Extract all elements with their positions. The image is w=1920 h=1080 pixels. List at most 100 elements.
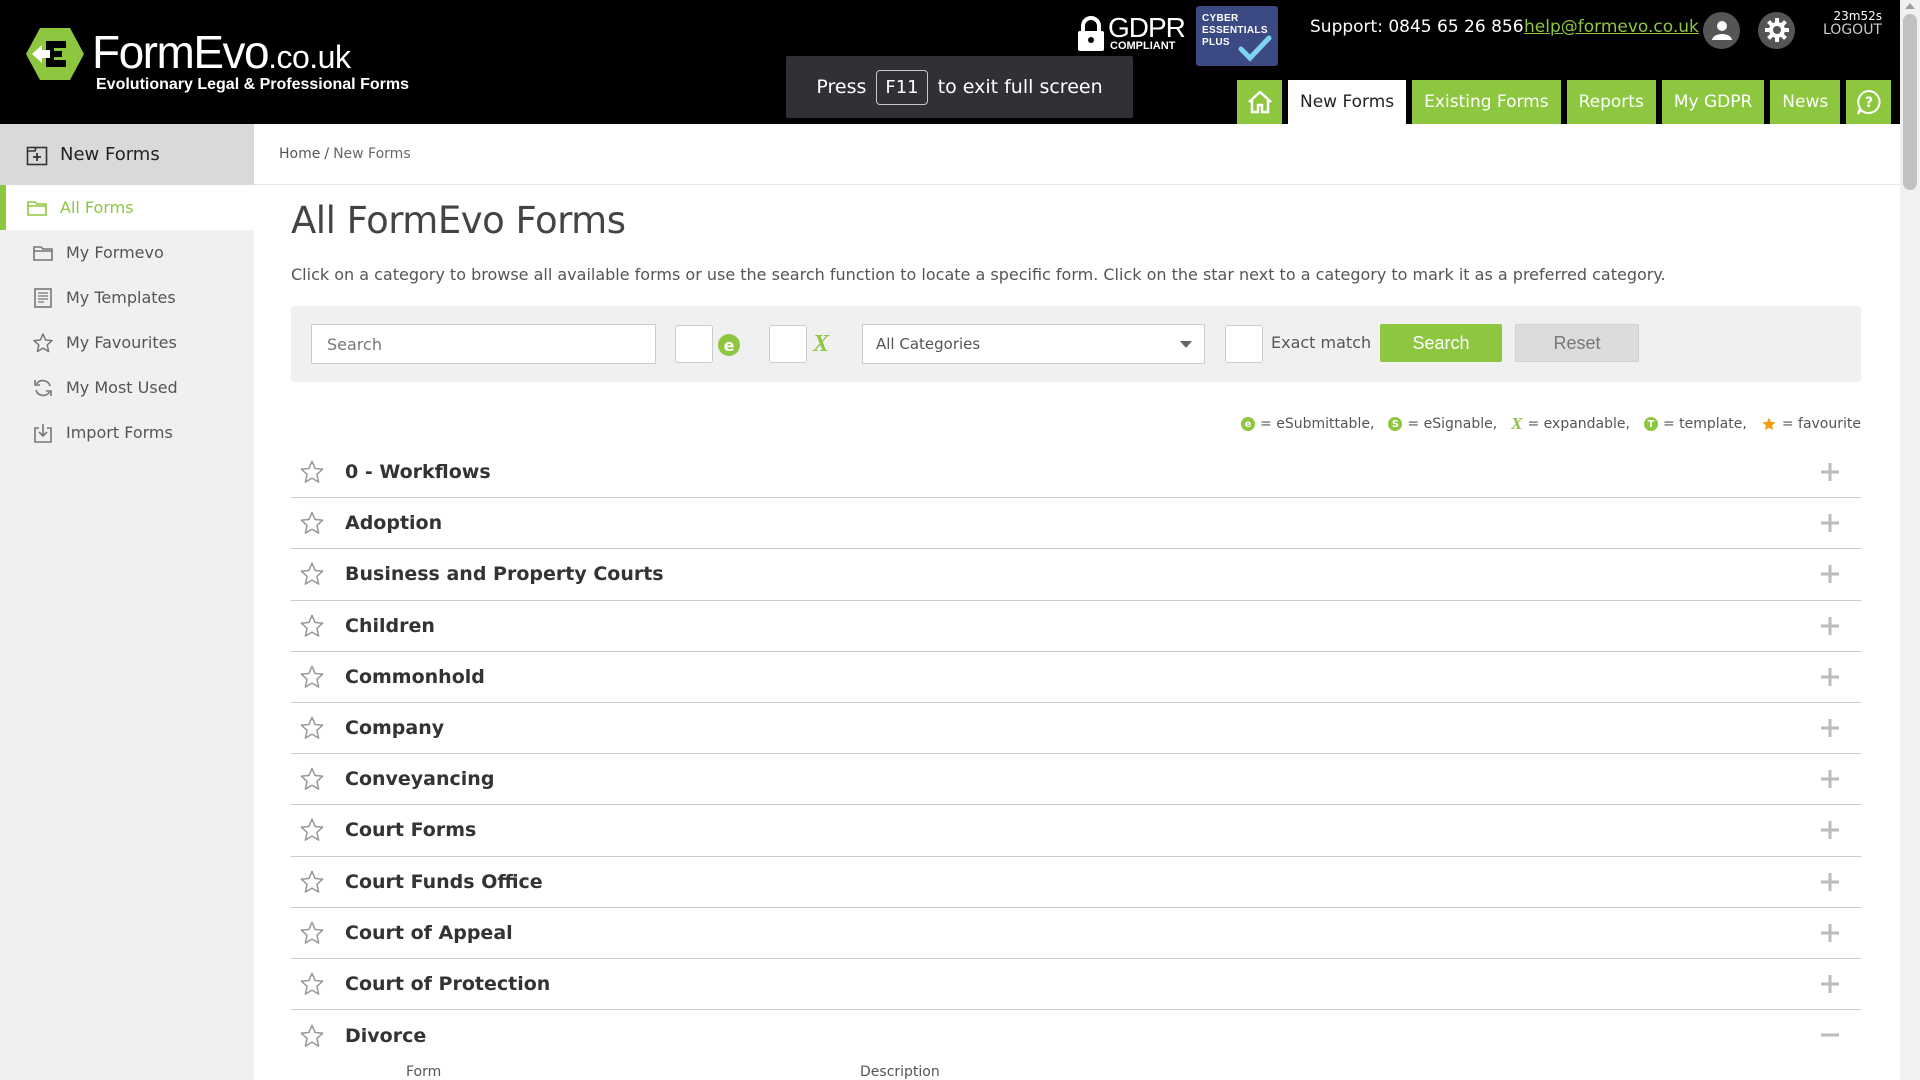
settings-button[interactable]: [1758, 11, 1795, 49]
logout-link[interactable]: LOGOUT: [1812, 22, 1882, 38]
category-name[interactable]: Adoption: [345, 512, 442, 534]
category-name[interactable]: Divorce: [345, 1025, 426, 1047]
expand-plus-icon[interactable]: [1821, 565, 1839, 584]
search-panel: e X All Categories Exact match Search Re…: [291, 306, 1861, 382]
exact-match-checkbox[interactable]: [1225, 325, 1263, 363]
favourite-star-icon[interactable]: [299, 664, 325, 690]
category-row[interactable]: Conveyancing: [291, 754, 1861, 806]
favourite-star-icon[interactable]: [299, 817, 325, 843]
page-scrollbar[interactable]: [1900, 0, 1920, 1080]
category-row[interactable]: Court of Protection: [291, 959, 1861, 1011]
category-name[interactable]: Court of Protection: [345, 973, 550, 995]
esubmittable-filter-checkbox[interactable]: [675, 325, 713, 363]
sidebar-item-my-templates[interactable]: My Templates: [0, 275, 254, 320]
expand-plus-icon[interactable]: [1821, 463, 1839, 481]
user-icon: [1711, 21, 1732, 40]
exact-match-label: Exact match: [1271, 333, 1372, 352]
favourite-star-icon[interactable]: [299, 613, 325, 639]
favourite-star-icon[interactable]: [299, 715, 325, 741]
column-header-description: Description: [860, 1064, 940, 1080]
expand-plus-icon[interactable]: [1821, 770, 1839, 789]
category-name[interactable]: Court of Appeal: [345, 922, 513, 944]
favourite-star-icon: [1762, 417, 1776, 431]
favourite-star-icon[interactable]: [299, 510, 325, 536]
expandable-filter-checkbox[interactable]: [769, 325, 807, 363]
lock-icon: [1078, 16, 1104, 51]
nav-existing-forms[interactable]: Existing Forms: [1412, 80, 1561, 124]
f11-key: F11: [876, 69, 928, 105]
favourite-star-icon[interactable]: [299, 766, 325, 792]
search-button[interactable]: Search: [1380, 324, 1502, 362]
breadcrumb-home-link[interactable]: Home: [279, 146, 320, 162]
category-row[interactable]: Court of Appeal: [291, 908, 1861, 959]
session-timer: 23m52s: [1833, 9, 1882, 23]
category-name[interactable]: Court Forms: [345, 819, 476, 841]
category-row[interactable]: Business and Property Courts: [291, 549, 1861, 601]
category-name[interactable]: Company: [345, 717, 444, 739]
nav-new-forms[interactable]: New Forms: [1288, 80, 1407, 124]
chevron-down-icon: [1180, 341, 1192, 348]
expand-plus-icon[interactable]: [1821, 872, 1839, 891]
category-row[interactable]: 0 - Workflows: [291, 447, 1861, 499]
nav-reports[interactable]: Reports: [1566, 80, 1656, 124]
expand-plus-icon[interactable]: [1821, 616, 1839, 635]
category-name[interactable]: Court Funds Office: [345, 871, 543, 893]
expandable-icon: X: [1511, 414, 1523, 433]
nav-home[interactable]: [1237, 80, 1282, 124]
category-select[interactable]: All Categories: [862, 324, 1205, 364]
cyber-essentials-badge: CYBER ESSENTIALS PLUS: [1196, 6, 1278, 66]
category-row[interactable]: Divorce: [291, 1010, 1861, 1061]
category-name[interactable]: Business and Property Courts: [345, 563, 664, 585]
scroll-up-arrow-icon[interactable]: [1905, 3, 1915, 9]
favourite-star-icon[interactable]: [299, 920, 325, 946]
scroll-thumb[interactable]: [1903, 14, 1917, 190]
sidebar-item-my-most-used[interactable]: My Most Used: [0, 365, 254, 410]
breadcrumb: Home / New Forms: [254, 124, 1900, 185]
category-row[interactable]: Company: [291, 703, 1861, 755]
category-name[interactable]: Children: [345, 615, 435, 637]
favourite-star-icon[interactable]: [299, 561, 325, 587]
gear-icon: [1764, 18, 1789, 42]
category-list: 0 - Workflows Adoption Business and Proper…: [291, 447, 1861, 1061]
column-header-form: Form: [406, 1064, 442, 1080]
sidebar-item-my-favourites[interactable]: My Favourites: [0, 320, 254, 365]
favourite-star-icon[interactable]: [299, 459, 325, 485]
formevo-logo[interactable]: FormEvo.co.uk Evolutionary Legal & Profe…: [26, 24, 409, 102]
favourite-star-icon[interactable]: [299, 1023, 325, 1049]
category-name[interactable]: Commonhold: [345, 666, 485, 688]
sidebar-item-all-forms[interactable]: All Forms: [0, 185, 254, 230]
expand-plus-icon[interactable]: [1821, 718, 1839, 737]
expand-plus-icon[interactable]: [1821, 923, 1839, 942]
support-email-link[interactable]: help@formevo.co.uk: [1524, 17, 1699, 37]
fullscreen-notice: Press F11 to exit full screen: [786, 56, 1133, 118]
search-input[interactable]: [311, 324, 656, 364]
sidebar-item-my-formevo[interactable]: My Formevo: [0, 230, 254, 275]
category-row[interactable]: Commonhold: [291, 652, 1861, 703]
nav-news[interactable]: News: [1770, 80, 1841, 124]
category-name[interactable]: 0 - Workflows: [345, 461, 491, 483]
category-row[interactable]: Children: [291, 601, 1861, 652]
esubmittable-icon: e: [1241, 417, 1256, 431]
nav-my-gdpr[interactable]: My GDPR: [1661, 80, 1765, 124]
category-row[interactable]: Adoption: [291, 498, 1861, 550]
expand-plus-icon[interactable]: [1821, 514, 1839, 533]
category-row[interactable]: Court Forms: [291, 805, 1861, 857]
expand-plus-icon[interactable]: [1821, 821, 1839, 840]
expand-plus-icon[interactable]: [1821, 667, 1839, 686]
brand-name: FormEvo.co.uk: [92, 26, 351, 78]
expand-plus-icon[interactable]: [1821, 974, 1839, 993]
favourite-star-icon[interactable]: [299, 971, 325, 997]
star-icon: [33, 332, 53, 352]
folder-icon: [27, 200, 47, 216]
svg-text:?: ?: [1865, 95, 1873, 111]
sidebar-item-import-forms[interactable]: Import Forms: [0, 410, 254, 455]
refresh-icon: [34, 379, 52, 396]
reset-button[interactable]: Reset: [1515, 324, 1639, 362]
nav-help[interactable]: ?: [1846, 80, 1892, 124]
favourite-star-icon[interactable]: [299, 869, 325, 895]
sidebar-heading[interactable]: New Forms: [0, 124, 254, 185]
collapse-minus-icon[interactable]: [1821, 1026, 1839, 1044]
category-name[interactable]: Conveyancing: [345, 768, 494, 790]
user-profile-button[interactable]: [1703, 11, 1740, 49]
category-row[interactable]: Court Funds Office: [291, 857, 1861, 908]
